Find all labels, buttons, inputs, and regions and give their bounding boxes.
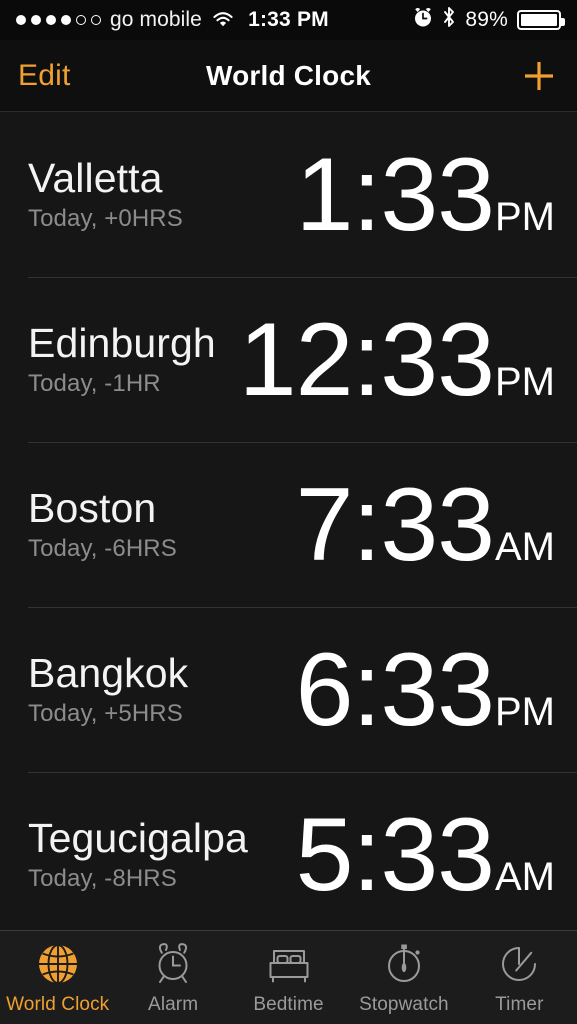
alarm-clock-icon (413, 6, 433, 34)
navigation-bar: Edit World Clock (0, 40, 577, 112)
clock-time: 7:33 AM (296, 473, 555, 577)
clock-row[interactable]: Boston Today, -6HRS 7:33 AM (0, 442, 577, 607)
stopwatch-icon (387, 944, 420, 982)
time-value: 1:33 (295, 136, 495, 253)
clock-time: 5:33 AM (296, 803, 555, 907)
signal-dot (31, 15, 41, 25)
signal-dot (16, 15, 26, 25)
clock-time: 6:33 PM (296, 638, 555, 742)
wifi-icon (211, 11, 235, 29)
time-meridiem: PM (495, 359, 555, 404)
time-offset: Today, -1HR (28, 369, 161, 397)
plus-icon (525, 61, 553, 90)
battery-fill (521, 14, 557, 26)
clock-time: 12:33 PM (239, 308, 555, 412)
clock-row-info: Edinburgh Today, -1HR (28, 321, 216, 397)
tab-label: World Clock (6, 994, 110, 1015)
clock-row-info: Valletta Today, +0HRS (28, 156, 183, 232)
tab-bar: World Clock Alarm Bedtime Stopwatch Time… (0, 930, 577, 1024)
alarm-clock-icon (158, 943, 188, 983)
tab-alarm[interactable]: Alarm (115, 931, 230, 1024)
time-offset: Today, +5HRS (28, 699, 183, 727)
time-value: 5:33 (295, 796, 495, 913)
tab-label: Bedtime (253, 994, 324, 1015)
bed-icon (269, 950, 309, 983)
city-name: Bangkok (28, 650, 189, 697)
signal-dot-empty (76, 15, 86, 25)
clock-time: 1:33 PM (296, 143, 555, 247)
world-clock-app: go mobile 1:33 PM 89% Edit World Clock V… (0, 0, 577, 1024)
time-offset: Today, -6HRS (28, 534, 177, 562)
tab-timer[interactable]: Timer (462, 931, 577, 1024)
time-value: 12:33 (238, 301, 495, 418)
time-meridiem: PM (495, 689, 555, 734)
clock-row[interactable]: Edinburgh Today, -1HR 12:33 PM (0, 277, 577, 442)
status-bar-left: go mobile (16, 8, 235, 32)
battery-icon (517, 10, 565, 30)
tab-label: Timer (495, 994, 544, 1015)
signal-strength-dots (16, 15, 101, 25)
tab-bedtime[interactable]: Bedtime (231, 931, 346, 1024)
globe-icon (38, 944, 77, 984)
time-value: 6:33 (295, 631, 495, 748)
clock-row-info: Bangkok Today, +5HRS (28, 651, 188, 727)
time-meridiem: AM (495, 524, 555, 569)
tab-label: Stopwatch (359, 994, 449, 1015)
tab-world-clock[interactable]: World Clock (0, 931, 115, 1024)
clock-row-info: Tegucigalpa Today, -8HRS (28, 816, 248, 892)
world-clock-list: Valletta Today, +0HRS 1:33 PM Edinburgh … (0, 112, 577, 930)
time-offset: Today, -8HRS (28, 864, 177, 892)
city-name: Valletta (28, 155, 163, 202)
clock-row[interactable]: Valletta Today, +0HRS 1:33 PM (0, 112, 577, 277)
signal-dot (46, 15, 56, 25)
time-meridiem: AM (495, 854, 555, 899)
clock-row[interactable]: Bangkok Today, +5HRS 6:33 PM (0, 607, 577, 772)
tab-label: Alarm (148, 994, 199, 1015)
clock-row[interactable]: Tegucigalpa Today, -8HRS 5:33 AM (0, 772, 577, 930)
city-name: Boston (28, 485, 157, 532)
status-bar: go mobile 1:33 PM 89% (0, 0, 577, 40)
clock-row-info: Boston Today, -6HRS (28, 486, 177, 562)
time-meridiem: PM (495, 194, 555, 239)
page-title: World Clock (205, 59, 372, 91)
tab-stopwatch[interactable]: Stopwatch (346, 931, 461, 1024)
status-bar-right: 89% (413, 6, 565, 34)
bluetooth-icon (442, 6, 456, 34)
signal-dot-empty (91, 15, 101, 25)
city-name: Tegucigalpa (28, 815, 248, 862)
battery-percentage: 89% (465, 8, 508, 31)
time-value: 7:33 (295, 466, 495, 583)
city-name: Edinburgh (28, 320, 216, 367)
edit-button[interactable]: Edit (18, 59, 71, 93)
signal-dot (61, 15, 71, 25)
add-clock-button[interactable] (519, 56, 559, 96)
timer-icon (502, 947, 537, 981)
time-offset: Today, +0HRS (28, 204, 183, 232)
carrier-name: go mobile (110, 8, 202, 31)
